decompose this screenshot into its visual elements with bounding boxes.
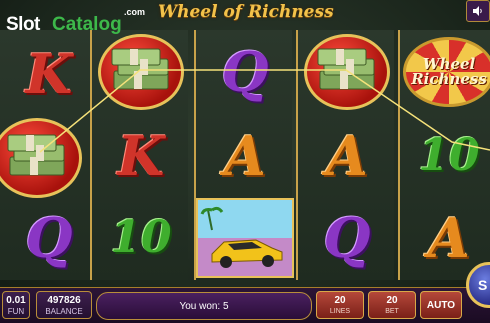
symbol-q: Q: [323, 205, 371, 270]
money-symbol: [98, 33, 184, 110]
reel-5: Wheel Richness 10 A: [398, 30, 490, 280]
fortune-wheel-icon: Wheel Richness: [403, 36, 490, 107]
symbol-10: 10: [418, 129, 480, 181]
symbol-cell: [92, 30, 190, 113]
game-stage: Slot Catalog .com Wheel of Richness K Q …: [0, 0, 490, 323]
balance-value: 497826: [47, 295, 81, 306]
reel-3: Q A: [194, 30, 294, 280]
reel-1: K Q: [0, 30, 98, 280]
symbol-cell: [0, 114, 98, 198]
balance-box: 497826 BALANCE: [36, 291, 92, 319]
symbol-a: A: [224, 123, 266, 188]
sound-button[interactable]: [466, 0, 490, 22]
balance-label: BALANCE: [45, 307, 83, 316]
wheel-symbol-text: Wheel Richness: [411, 56, 487, 88]
money-symbol: [304, 33, 390, 110]
symbol-cell: A: [196, 114, 294, 197]
symbol-cell: K: [92, 114, 190, 197]
coin-value: 0.01: [6, 295, 26, 306]
auto-button[interactable]: AUTO: [420, 291, 462, 319]
symbol-cell: K: [0, 32, 98, 115]
symbol-cell: A: [298, 114, 396, 197]
symbol-a: A: [326, 123, 368, 188]
win-message: You won: 5: [96, 292, 312, 320]
slotcatalog-watermark: Slot Catalog .com: [6, 6, 156, 36]
symbol-a: A: [428, 205, 470, 270]
reel-2: K 10: [90, 30, 188, 280]
symbol-cell: Q: [196, 30, 294, 113]
symbol-cell: 10: [92, 196, 190, 279]
car-symbol: [196, 197, 294, 278]
watermark-slot: Slot: [6, 14, 40, 35]
symbol-10: 10: [110, 211, 172, 263]
bet-value: 20: [386, 295, 398, 306]
lines-label: LINES: [329, 308, 351, 315]
control-panel: 0.01 FUN 497826 BALANCE You won: 5 20 LI…: [0, 287, 490, 323]
money-stack-icon: [7, 134, 65, 176]
symbol-cell: 10: [400, 114, 490, 197]
reel-area: K Q K 10 Q A A Q Wheel Richness 10 A: [0, 30, 490, 280]
bet-button[interactable]: 20 BET: [368, 291, 416, 319]
sports-car-icon: [198, 199, 292, 276]
watermark-catalog: Catalog: [52, 14, 122, 35]
symbol-cell: [298, 30, 396, 113]
symbol-cell: Q: [0, 196, 98, 279]
game-title: Wheel of Richness: [158, 2, 334, 22]
coin-value-box[interactable]: 0.01 FUN: [2, 291, 30, 319]
money-stack-icon: [317, 48, 375, 89]
watermark-com: .com: [124, 7, 146, 17]
symbol-cell: [196, 196, 294, 279]
money-symbol: [0, 118, 82, 198]
speaker-icon: [473, 6, 482, 16]
bet-label: BET: [385, 308, 399, 315]
lines-value: 20: [334, 295, 346, 306]
money-stack-icon: [111, 48, 169, 89]
lines-button[interactable]: 20 LINES: [316, 291, 364, 319]
wheel-text-line2: Richness: [411, 69, 487, 88]
reel-4: A Q: [296, 30, 394, 280]
symbol-cell: Q: [298, 196, 396, 279]
symbol-q: Q: [25, 205, 73, 270]
symbol-q: Q: [221, 39, 269, 104]
symbol-k: K: [25, 41, 73, 106]
symbol-k: K: [117, 123, 165, 188]
coin-label: FUN: [7, 307, 25, 316]
symbol-cell: Wheel Richness: [400, 30, 490, 113]
